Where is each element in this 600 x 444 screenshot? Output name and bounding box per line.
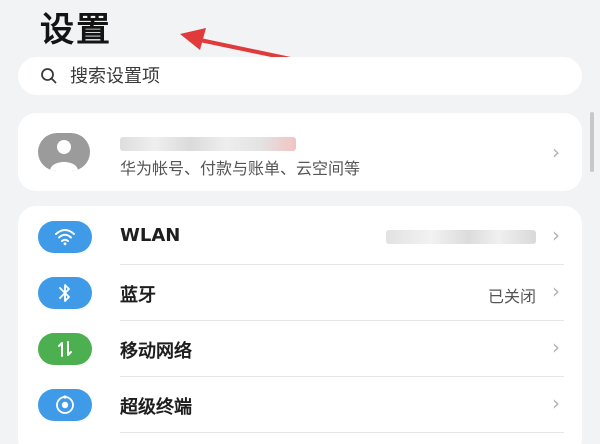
search-bar[interactable] [18, 57, 582, 95]
chevron-right-icon: › [552, 279, 560, 303]
scrollbar[interactable] [590, 112, 594, 172]
settings-item-label: WLAN [120, 225, 181, 246]
settings-item-label: 移动网络 [120, 341, 192, 362]
settings-item-label: 超级终端 [120, 397, 192, 418]
mobile-data-icon [38, 333, 92, 365]
chevron-right-icon: › [552, 223, 560, 247]
wifi-icon [38, 221, 92, 253]
wifi-network-redacted [386, 230, 536, 244]
page-title: 设置 [40, 10, 112, 50]
bluetooth-icon [38, 277, 92, 309]
chevron-right-icon: › [552, 335, 560, 359]
settings-item-wlan[interactable]: WLAN › [18, 209, 582, 265]
divider [120, 432, 564, 433]
bluetooth-status: 已关闭 [487, 287, 536, 306]
settings-item-super-device[interactable]: 超级终端 › [18, 377, 582, 433]
settings-item-bluetooth[interactable]: 蓝牙 已关闭 › [18, 265, 582, 321]
settings-list: WLAN › 蓝牙 已关闭 › 移动网络 › 超级终端 › [18, 206, 582, 444]
super-device-icon [38, 389, 92, 421]
chevron-right-icon: › [552, 391, 560, 415]
account-card[interactable]: 华为帐号、付款与账单、云空间等 › [18, 113, 582, 191]
user-avatar-icon [50, 140, 78, 171]
settings-item-mobile-network[interactable]: 移动网络 › [18, 321, 582, 377]
avatar [38, 133, 90, 171]
account-name-redacted [120, 137, 296, 151]
chevron-right-icon: › [552, 140, 560, 164]
settings-item-label: 蓝牙 [120, 285, 156, 306]
account-subtitle: 华为帐号、付款与账单、云空间等 [120, 159, 361, 178]
search-icon [41, 68, 57, 84]
search-input[interactable] [70, 65, 510, 87]
